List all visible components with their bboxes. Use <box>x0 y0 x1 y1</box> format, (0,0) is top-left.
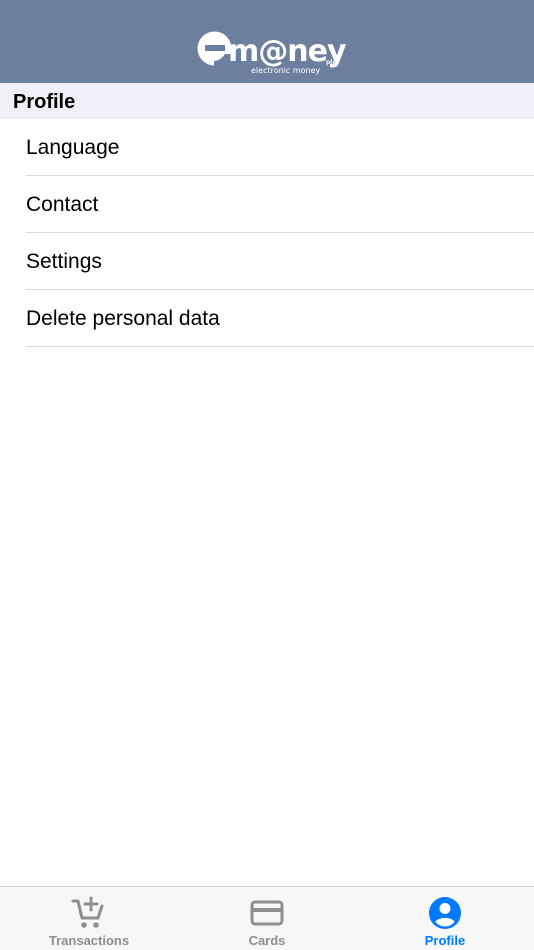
tab-label: Profile <box>424 933 466 948</box>
menu-item-label: Settings <box>26 250 102 273</box>
menu-item-contact[interactable]: Contact <box>0 176 534 233</box>
tab-bar: Transactions Cards Profile <box>0 886 534 950</box>
section-header: Profile <box>0 83 534 119</box>
tab-profile[interactable]: Profile <box>356 887 534 950</box>
page-title: Profile <box>13 91 76 113</box>
cart-add-icon <box>71 896 104 928</box>
menu-item-delete-personal-data[interactable]: Delete personal data <box>0 290 534 347</box>
tab-transactions[interactable]: Transactions <box>0 887 178 950</box>
app-header: m@ney electronic money plc <box>0 0 534 83</box>
menu-item-label: Contact <box>26 193 99 216</box>
menu-item-label: Language <box>26 136 120 159</box>
profile-menu-list: Language Contact Settings Delete persona… <box>0 119 534 347</box>
emoney-logo: m@ney electronic money plc <box>196 30 347 78</box>
logo-tagline: electronic money <box>251 66 321 75</box>
person-circle-icon <box>429 897 461 929</box>
card-icon <box>250 900 284 926</box>
tab-cards[interactable]: Cards <box>178 887 356 950</box>
logo-plc: plc <box>326 59 336 66</box>
menu-item-settings[interactable]: Settings <box>0 233 534 290</box>
tab-label: Cards <box>248 933 286 948</box>
menu-item-label: Delete personal data <box>26 307 220 330</box>
tab-label: Transactions <box>48 933 130 948</box>
menu-item-language[interactable]: Language <box>0 119 534 176</box>
app-root: m@ney electronic money plc Profile Langu… <box>0 0 534 950</box>
